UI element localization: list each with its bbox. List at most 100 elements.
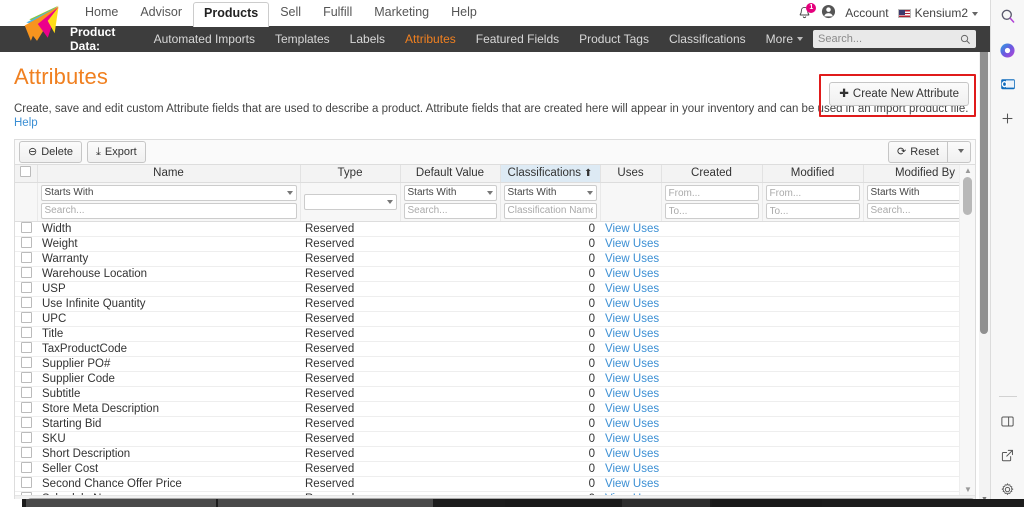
table-row[interactable]: Supplier PO#Reserved0View Uses [15,357,976,372]
scroll-up-icon[interactable]: ▲ [964,166,972,175]
row-checkbox[interactable] [21,342,32,353]
nav-item-advisor[interactable]: Advisor [129,1,193,26]
table-row[interactable]: Warehouse LocationReserved0View Uses [15,267,976,282]
row-checkbox[interactable] [21,357,32,368]
view-uses-link[interactable]: View Uses [605,478,659,490]
row-checkbox[interactable] [21,432,32,443]
view-uses-link[interactable]: View Uses [605,253,659,265]
subnav-item-classifications[interactable]: Classifications [659,32,756,46]
subnav-item-more[interactable]: More [756,32,813,46]
create-new-attribute-button[interactable]: ✚Create New Attribute [829,82,969,106]
subnav-item-templates[interactable]: Templates [265,32,340,46]
subnav-item-automated-imports[interactable]: Automated Imports [144,32,265,46]
modified-to-input[interactable] [766,203,860,219]
row-checkbox[interactable] [21,237,32,248]
table-row[interactable]: WidthReserved0View Uses [15,222,976,237]
col-modified[interactable]: Modified [762,165,863,182]
view-uses-link[interactable]: View Uses [605,268,659,280]
scroll-down-icon[interactable]: ▼ [964,485,972,494]
grid-vertical-scrollbar[interactable]: ▲ ▼ [959,165,975,507]
view-uses-link[interactable]: View Uses [605,313,659,325]
select-all-checkbox[interactable] [20,166,31,177]
delete-button[interactable]: ⊖Delete [19,141,82,163]
view-uses-link[interactable]: View Uses [605,298,659,310]
reset-dropdown-button[interactable] [948,141,971,163]
nav-item-fulfill[interactable]: Fulfill [312,1,363,26]
user-avatar-icon[interactable] [821,4,836,22]
table-row[interactable]: TaxProductCodeReserved0View Uses [15,342,976,357]
name-filter-input[interactable] [41,203,297,219]
view-uses-link[interactable]: View Uses [605,223,659,235]
user-menu[interactable]: Kensium2 [898,6,978,20]
col-created[interactable]: Created [661,165,762,182]
row-checkbox[interactable] [21,402,32,413]
view-uses-link[interactable]: View Uses [605,403,659,415]
export-button[interactable]: ⤓Export [87,141,146,163]
global-search-input[interactable] [818,33,960,45]
search-icon[interactable] [998,6,1018,26]
nav-item-sell[interactable]: Sell [269,1,312,26]
view-uses-link[interactable]: View Uses [605,238,659,250]
view-uses-link[interactable]: View Uses [605,463,659,475]
row-checkbox[interactable] [21,297,32,308]
nav-item-home[interactable]: Home [74,1,129,26]
table-row[interactable]: Seller CostReserved0View Uses [15,462,976,477]
nav-item-products[interactable]: Products [193,2,269,27]
type-filter-operator[interactable] [304,194,397,210]
row-checkbox[interactable] [21,327,32,338]
table-row[interactable]: USPReserved0View Uses [15,282,976,297]
table-row[interactable]: Second Chance Offer PriceReserved0View U… [15,477,976,492]
view-uses-link[interactable]: View Uses [605,388,659,400]
col-classifications[interactable]: Classifications⬆ [500,165,600,182]
table-row[interactable]: Use Infinite QuantityReserved0View Uses [15,297,976,312]
global-search-box[interactable] [813,30,976,48]
classifications-filter-operator[interactable]: Starts With [504,185,597,201]
row-checkbox[interactable] [21,462,32,473]
settings-gear-icon[interactable] [998,479,1018,499]
nav-item-marketing[interactable]: Marketing [363,1,440,26]
copilot-icon[interactable] [998,40,1018,60]
row-checkbox[interactable] [21,372,32,383]
table-row[interactable]: Supplier CodeReserved0View Uses [15,372,976,387]
view-uses-link[interactable]: View Uses [605,283,659,295]
view-uses-link[interactable]: View Uses [605,418,659,430]
classifications-filter-input[interactable] [504,203,597,219]
view-uses-link[interactable]: View Uses [605,373,659,385]
browser-vertical-scrollbar[interactable]: ▲ ▼ [979,0,990,507]
row-checkbox[interactable] [21,477,32,488]
row-checkbox[interactable] [21,447,32,458]
name-filter-operator[interactable]: Starts With [41,185,297,201]
subnav-item-labels[interactable]: Labels [340,32,395,46]
notifications-bell-icon[interactable]: 1 [797,6,812,21]
subnav-item-featured-fields[interactable]: Featured Fields [466,32,569,46]
created-to-input[interactable] [665,203,759,219]
browser-scroll-thumb[interactable] [980,14,988,334]
col-name[interactable]: Name [37,165,300,182]
table-row[interactable]: WeightReserved0View Uses [15,237,976,252]
row-checkbox[interactable] [21,222,32,233]
nav-item-help[interactable]: Help [440,1,488,26]
table-row[interactable]: Starting BidReserved0View Uses [15,417,976,432]
add-tool-icon[interactable] [998,108,1018,128]
table-row[interactable]: Store Meta DescriptionReserved0View Uses [15,402,976,417]
row-checkbox[interactable] [21,417,32,428]
split-screen-icon[interactable] [998,411,1018,431]
view-uses-link[interactable]: View Uses [605,358,659,370]
default-value-filter-operator[interactable]: Starts With [404,185,497,201]
grid-vscroll-thumb[interactable] [963,177,972,215]
row-checkbox[interactable] [21,267,32,278]
view-uses-link[interactable]: View Uses [605,343,659,355]
reset-button[interactable]: ⟳Reset [888,141,948,163]
view-uses-link[interactable]: View Uses [605,433,659,445]
created-from-input[interactable] [665,185,759,201]
view-uses-link[interactable]: View Uses [605,328,659,340]
row-checkbox[interactable] [21,282,32,293]
subnav-item-attributes[interactable]: Attributes [395,32,466,46]
table-row[interactable]: SubtitleReserved0View Uses [15,387,976,402]
modified-from-input[interactable] [766,185,860,201]
row-checkbox[interactable] [21,312,32,323]
subnav-item-product-tags[interactable]: Product Tags [569,32,659,46]
table-row[interactable]: Short DescriptionReserved0View Uses [15,447,976,462]
row-checkbox[interactable] [21,387,32,398]
channeladvisor-logo[interactable] [14,2,60,46]
